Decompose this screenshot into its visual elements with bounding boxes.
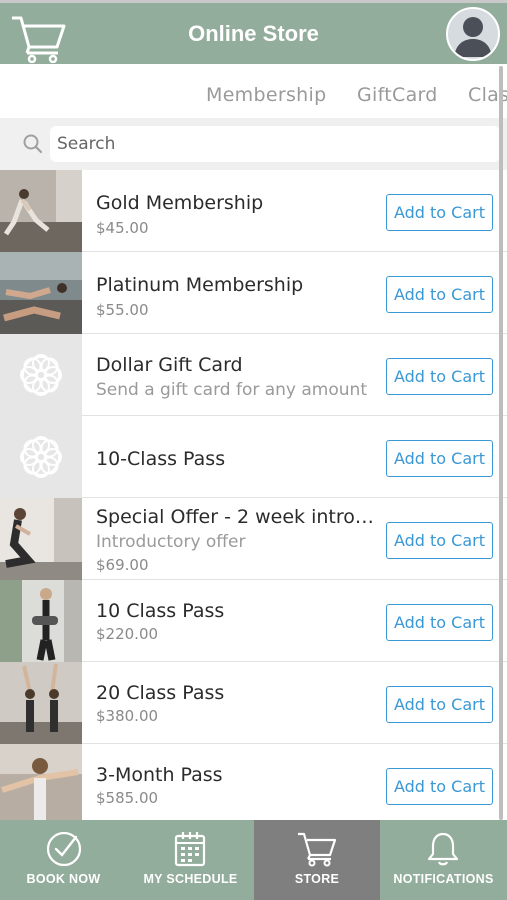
check-circle-icon xyxy=(46,831,82,867)
add-to-cart-button[interactable]: Add to Cart xyxy=(386,194,493,231)
product-name: Dollar Gift Card xyxy=(96,354,243,376)
bottom-nav: BOOK NOW MY SCHEDULE STORE NOTIFICATIONS xyxy=(0,820,507,900)
product-description: Send a gift card for any amount xyxy=(96,380,367,400)
calendar-icon xyxy=(174,832,206,867)
product-name: Gold Membership xyxy=(96,192,264,214)
product-name: Special Offer - 2 week intro p... xyxy=(96,506,378,528)
nav-label: STORE xyxy=(294,872,340,886)
product-row[interactable]: 10-Class Pass Add to Cart xyxy=(0,416,507,498)
category-tabs: Membership GiftCard Clas xyxy=(0,64,507,118)
nav-label: BOOK NOW xyxy=(26,872,101,886)
product-row[interactable]: Gold Membership $45.00 Add to Cart xyxy=(0,170,507,252)
product-photo xyxy=(0,498,82,580)
nav-book-now[interactable]: BOOK NOW xyxy=(0,820,127,900)
product-price: $380.00 xyxy=(96,707,159,725)
tab-giftcard[interactable]: GiftCard xyxy=(357,84,438,106)
product-row[interactable]: 10 Class Pass $220.00 Add to Cart xyxy=(0,580,507,662)
add-to-cart-button[interactable]: Add to Cart xyxy=(386,440,493,477)
add-to-cart-button[interactable]: Add to Cart xyxy=(386,686,493,723)
user-icon xyxy=(454,17,492,57)
studio-logo xyxy=(0,416,82,498)
product-row[interactable]: Special Offer - 2 week intro p... Introd… xyxy=(0,498,507,580)
search-icon xyxy=(23,134,43,154)
product-photo xyxy=(0,580,82,662)
product-price: $69.00 xyxy=(96,556,149,574)
product-photo xyxy=(0,662,82,744)
nav-label: MY SCHEDULE xyxy=(143,872,238,886)
product-list: Gold Membership $45.00 Add to Cart Plati… xyxy=(0,170,507,820)
product-photo xyxy=(0,744,82,820)
add-to-cart-button[interactable]: Add to Cart xyxy=(386,768,493,805)
cart-icon xyxy=(298,832,337,867)
product-name: 10-Class Pass xyxy=(96,448,226,470)
nav-store[interactable]: STORE xyxy=(254,820,380,900)
product-row[interactable]: 20 Class Pass $380.00 Add to Cart xyxy=(0,662,507,744)
scrollbar[interactable] xyxy=(499,66,503,820)
product-row[interactable]: 3-Month Pass $585.00 Add to Cart xyxy=(0,744,507,820)
product-price: $220.00 xyxy=(96,625,159,643)
product-row[interactable]: Platinum Membership $55.00 Add to Cart xyxy=(0,252,507,334)
product-name: 10 Class Pass xyxy=(96,600,225,622)
product-photo xyxy=(0,170,82,252)
product-row[interactable]: Dollar Gift Card Send a gift card for an… xyxy=(0,334,507,416)
product-name: 20 Class Pass xyxy=(96,682,225,704)
product-price: $45.00 xyxy=(96,219,149,237)
bell-icon xyxy=(427,832,459,866)
add-to-cart-button[interactable]: Add to Cart xyxy=(386,276,493,313)
tab-membership[interactable]: Membership xyxy=(206,84,326,106)
nav-label: NOTIFICATIONS xyxy=(393,872,494,886)
avatar[interactable] xyxy=(446,7,500,61)
app-header: Online Store xyxy=(0,0,507,64)
product-description: Introductory offer xyxy=(96,532,246,552)
product-price: $55.00 xyxy=(96,301,149,319)
add-to-cart-button[interactable]: Add to Cart xyxy=(386,522,493,559)
search-input[interactable] xyxy=(50,126,500,162)
nav-my-schedule[interactable]: MY SCHEDULE xyxy=(127,820,254,900)
product-price: $585.00 xyxy=(96,789,159,807)
studio-logo xyxy=(0,334,82,416)
search-bar xyxy=(0,118,507,170)
add-to-cart-button[interactable]: Add to Cart xyxy=(386,604,493,641)
add-to-cart-button[interactable]: Add to Cart xyxy=(386,358,493,395)
page-title: Online Store xyxy=(188,21,319,46)
product-name: Platinum Membership xyxy=(96,274,304,296)
product-photo xyxy=(0,252,82,334)
product-name: 3-Month Pass xyxy=(96,764,223,786)
nav-notifications[interactable]: NOTIFICATIONS xyxy=(380,820,507,900)
